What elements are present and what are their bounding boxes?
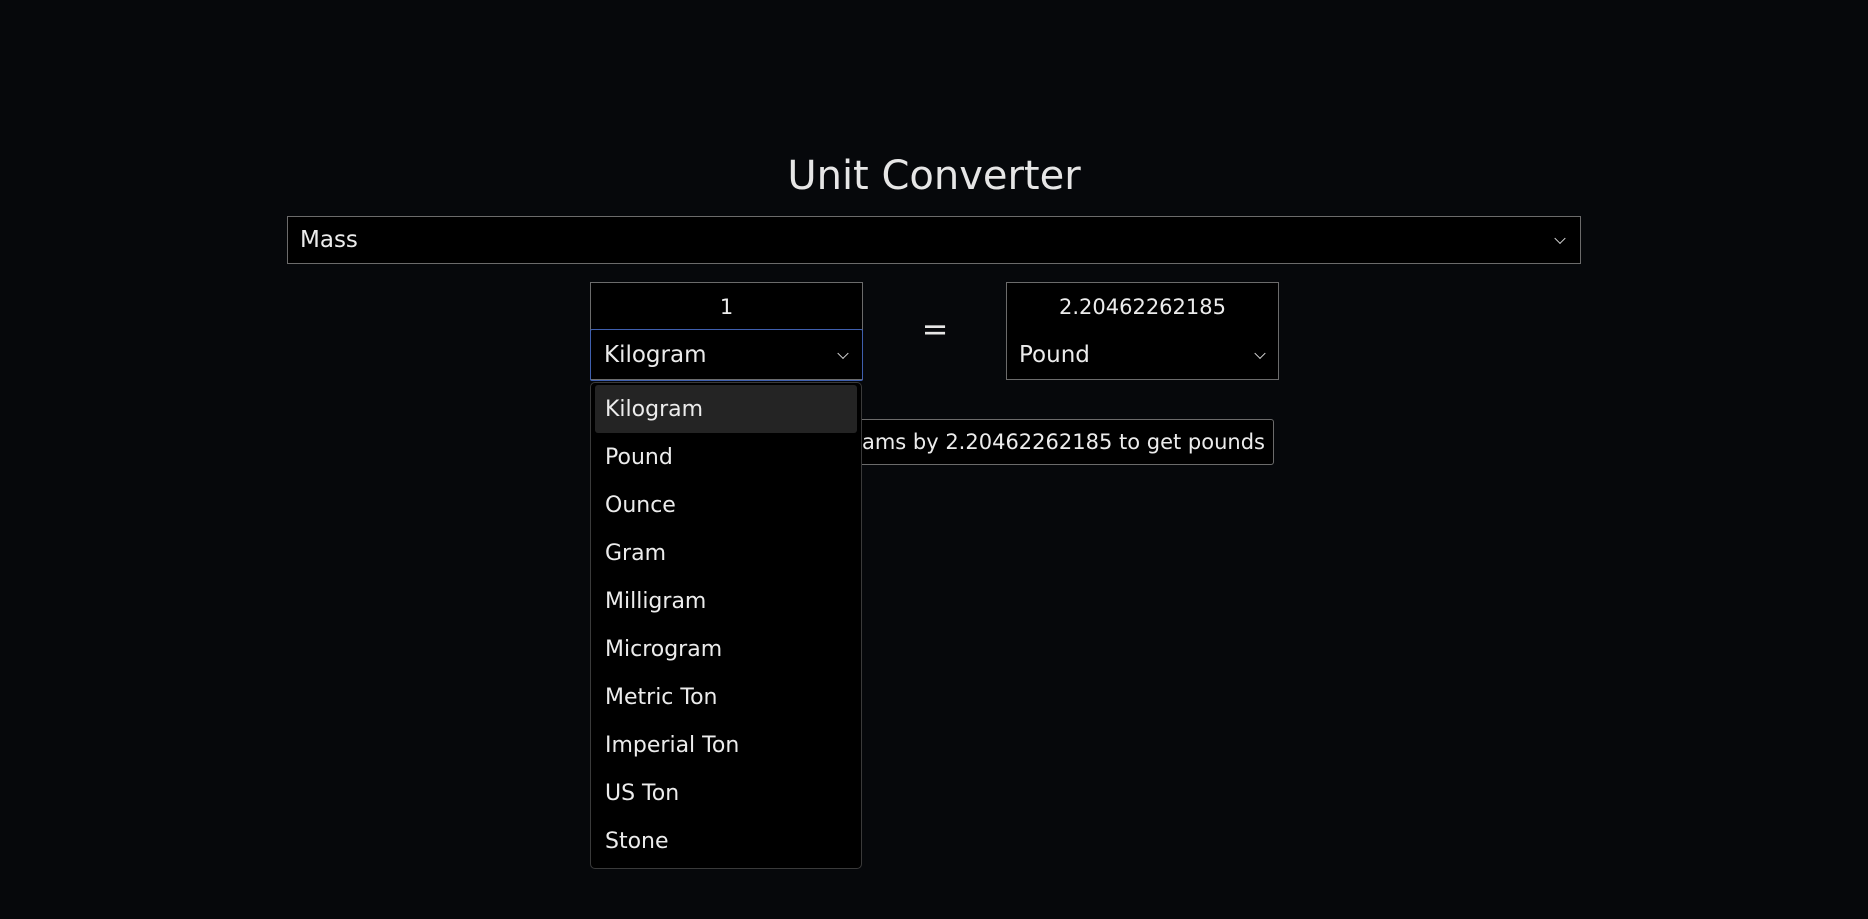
category-select[interactable]: Mass	[287, 216, 1581, 264]
dropdown-option-metric-ton[interactable]: Metric Ton	[595, 673, 857, 721]
dropdown-option-milligram[interactable]: Milligram	[595, 577, 857, 625]
to-unit-select[interactable]: Pound	[1006, 329, 1279, 381]
dropdown-option-stone[interactable]: Stone	[595, 817, 857, 865]
to-panel: 2.20462262185 Pound	[1006, 282, 1279, 380]
page-title: Unit Converter	[787, 153, 1081, 199]
dropdown-option-kilogram[interactable]: Kilogram	[595, 385, 857, 433]
from-unit-select[interactable]: Kilogram	[590, 329, 863, 381]
equals-sign: =	[921, 310, 949, 348]
from-panel: 1 Kilogram	[590, 282, 863, 381]
to-unit-value: Pound	[1019, 342, 1090, 368]
dropdown-option-imperial-ton[interactable]: Imperial Ton	[595, 721, 857, 769]
category-select-value: Mass	[300, 227, 358, 253]
dropdown-option-pound[interactable]: Pound	[595, 433, 857, 481]
dropdown-option-gram[interactable]: Gram	[595, 529, 857, 577]
dropdown-option-us-ton[interactable]: US Ton	[595, 769, 857, 817]
from-unit-value: Kilogram	[604, 342, 707, 368]
unit-converter-page: Unit Converter Mass 1 Kilogram = 2.20462…	[0, 0, 1868, 919]
chevron-down-icon	[1554, 232, 1566, 245]
from-unit-dropdown-list: Kilogram Pound Ounce Gram Milligram Micr…	[590, 382, 862, 869]
chevron-down-icon	[837, 347, 849, 360]
to-value-input[interactable]: 2.20462262185	[1007, 295, 1278, 319]
dropdown-option-ounce[interactable]: Ounce	[595, 481, 857, 529]
chevron-down-icon	[1254, 347, 1266, 360]
dropdown-option-microgram[interactable]: Microgram	[595, 625, 857, 673]
from-value-input[interactable]: 1	[591, 295, 862, 319]
